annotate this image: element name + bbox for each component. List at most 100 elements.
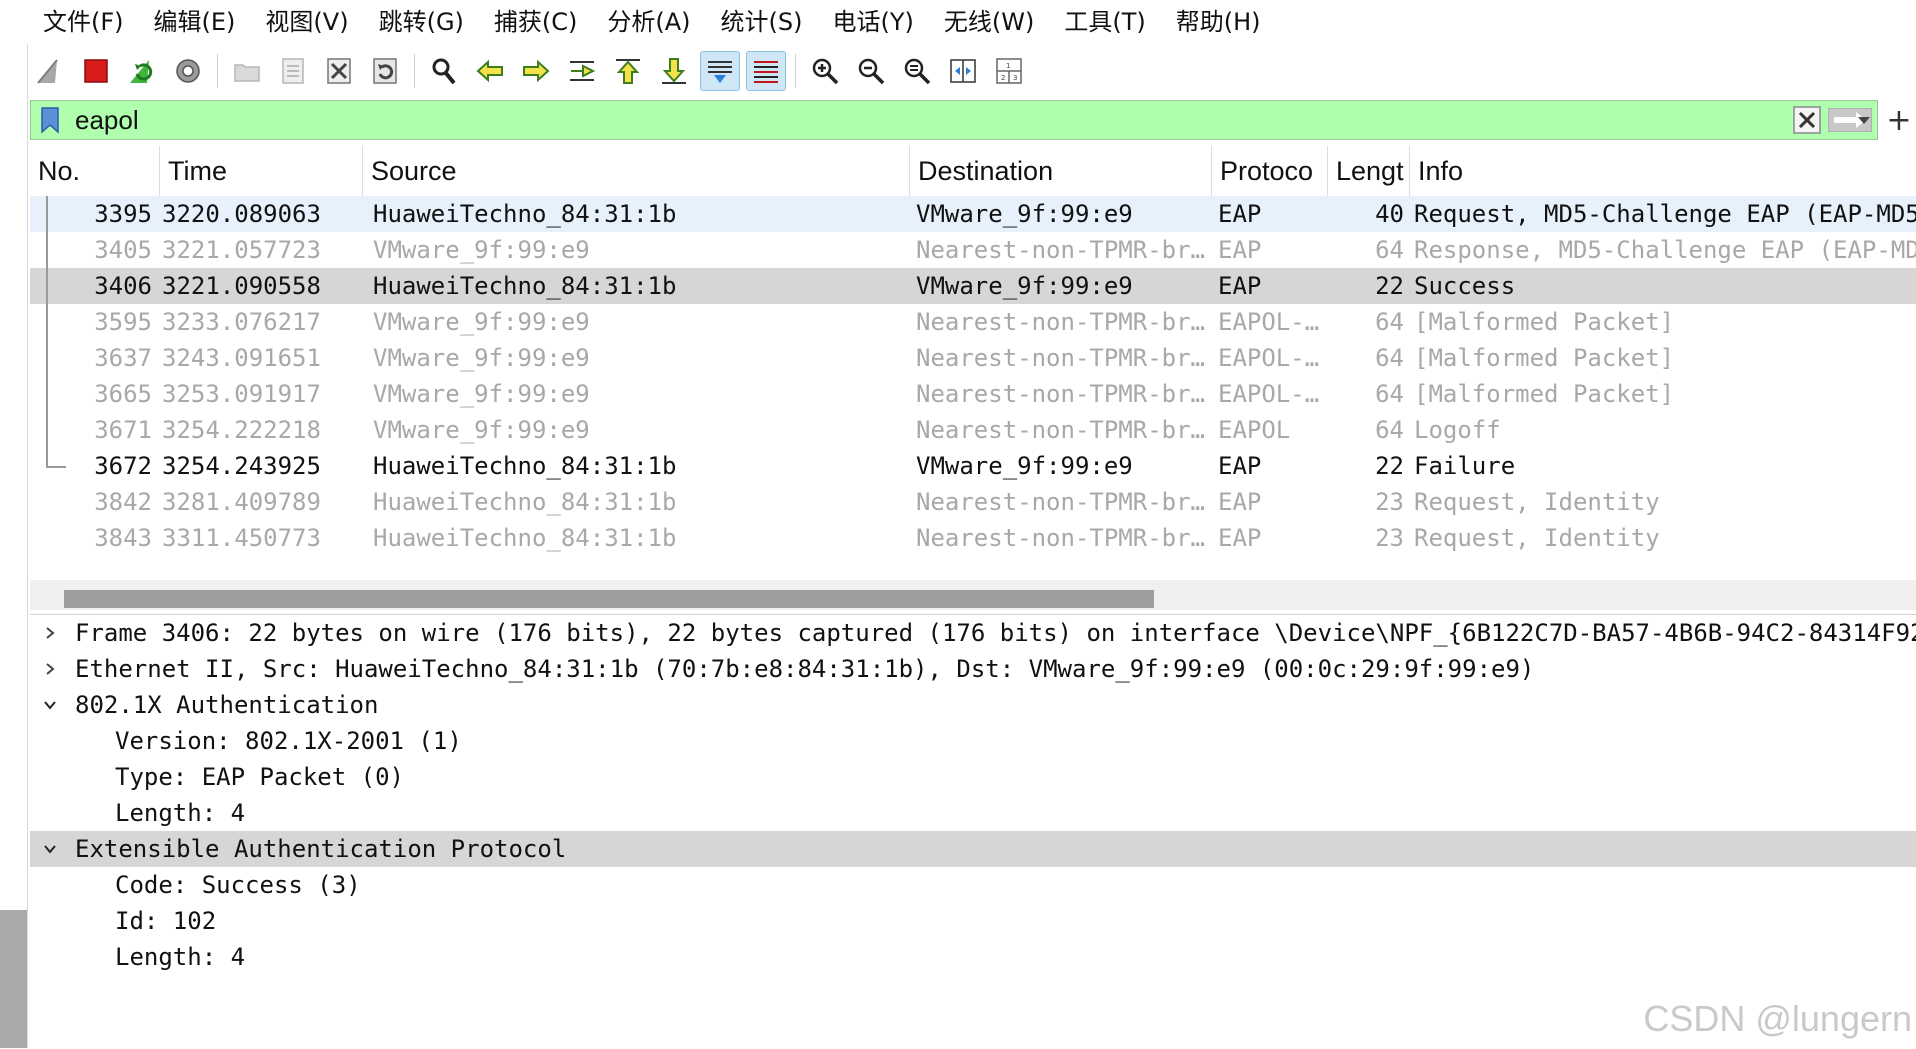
- packet-row[interactable]: 3665 3253.091917 VMware_9f:99:e9 Nearest…: [30, 376, 1916, 412]
- go-back-icon[interactable]: [470, 51, 510, 91]
- packet-no: 3842: [94, 488, 152, 516]
- go-to-packet-icon[interactable]: [562, 51, 602, 91]
- scrollbar-thumb[interactable]: [64, 590, 1154, 608]
- watermark: CSDN @lungern: [1643, 998, 1912, 1039]
- packet-length: 23: [1375, 488, 1404, 516]
- open-file-icon[interactable]: [227, 51, 267, 91]
- zoom-out-icon[interactable]: [851, 51, 891, 91]
- packet-destination: Nearest-non-TPMR-br…: [916, 488, 1205, 516]
- toolbar-separator: [795, 54, 796, 88]
- packet-row[interactable]: 3405 3221.057723 VMware_9f:99:e9 Nearest…: [30, 232, 1916, 268]
- packet-length: 64: [1375, 308, 1404, 336]
- zoom-in-icon[interactable]: [805, 51, 845, 91]
- menu-capture[interactable]: 捕获(C): [478, 0, 591, 44]
- chevron-right-icon[interactable]: [38, 651, 62, 687]
- tree-item-frame[interactable]: Frame 3406: 22 bytes on wire (176 bits),…: [30, 615, 1916, 651]
- packet-time: 3281.409789: [162, 488, 321, 516]
- go-forward-icon[interactable]: [516, 51, 556, 91]
- packet-source: VMware_9f:99:e9: [373, 416, 590, 444]
- column-header-no[interactable]: No.: [30, 146, 160, 196]
- tree-item-field[interactable]: Type: EAP Packet (0): [30, 759, 1916, 795]
- packet-time: 3233.076217: [162, 308, 321, 336]
- menu-view[interactable]: 视图(V): [249, 0, 362, 44]
- packet-row[interactable]: 3842 3281.409789 HuaweiTechno_84:31:1b N…: [30, 484, 1916, 520]
- packet-protocol: EAPOL-…: [1218, 308, 1320, 336]
- svg-text:1: 1: [1006, 62, 1010, 70]
- go-first-icon[interactable]: [608, 51, 648, 91]
- menu-help[interactable]: 帮助(H): [1160, 0, 1275, 44]
- packet-row[interactable]: 3672 3254.243925 HuaweiTechno_84:31:1b V…: [30, 448, 1916, 484]
- menu-tools[interactable]: 工具(T): [1048, 0, 1159, 44]
- column-header-length[interactable]: Lengt: [1328, 146, 1410, 196]
- capture-options-icon[interactable]: [168, 51, 208, 91]
- menu-statistics[interactable]: 统计(S): [705, 0, 817, 44]
- add-filter-button-icon[interactable]: +: [1884, 100, 1914, 140]
- display-filter-bar: [30, 100, 1878, 140]
- column-header-info[interactable]: Info: [1410, 146, 1916, 196]
- packet-destination: Nearest-non-TPMR-br…: [916, 344, 1205, 372]
- tree-item-field[interactable]: Length: 4: [30, 939, 1916, 975]
- packet-source: VMware_9f:99:e9: [373, 308, 590, 336]
- column-header-destination[interactable]: Destination: [910, 146, 1212, 196]
- column-header-protocol[interactable]: Protoco: [1212, 146, 1328, 196]
- close-file-icon[interactable]: [319, 51, 359, 91]
- clear-filter-icon[interactable]: [1791, 105, 1823, 135]
- packet-row[interactable]: 3671 3254.222218 VMware_9f:99:e9 Nearest…: [30, 412, 1916, 448]
- packet-protocol: EAPOL: [1218, 416, 1291, 444]
- shark-fin-start-icon[interactable]: [30, 51, 70, 91]
- filter-history-dropdown-icon[interactable]: [1852, 100, 1876, 140]
- tree-item-field[interactable]: Id: 102: [30, 903, 1916, 939]
- find-packet-icon[interactable]: [424, 51, 464, 91]
- stop-capture-icon[interactable]: [76, 51, 116, 91]
- resize-columns-icon[interactable]: [943, 51, 983, 91]
- packet-no: 3405: [94, 236, 152, 264]
- tree-item-8021x[interactable]: 802.1X Authentication: [30, 687, 1916, 723]
- bookmark-icon[interactable]: [35, 105, 65, 135]
- display-filter-input[interactable]: [75, 103, 1775, 137]
- chevron-down-icon[interactable]: [38, 687, 62, 723]
- packet-protocol: EAP: [1218, 524, 1262, 552]
- menu-analyze[interactable]: 分析(A): [591, 0, 704, 44]
- packet-destination: Nearest-non-TPMR-br…: [916, 236, 1205, 264]
- packet-row[interactable]: 3595 3233.076217 VMware_9f:99:e9 Nearest…: [30, 304, 1916, 340]
- tree-item-field[interactable]: Code: Success (3): [30, 867, 1916, 903]
- packet-row-selected[interactable]: 3406 3221.090558 HuaweiTechno_84:31:1b V…: [30, 268, 1916, 304]
- related-packet-line: [46, 412, 48, 448]
- save-file-icon[interactable]: [273, 51, 313, 91]
- related-packet-line: [46, 196, 48, 232]
- svg-text:3: 3: [1013, 74, 1017, 82]
- chevron-down-icon[interactable]: [38, 831, 62, 867]
- menu-go[interactable]: 跳转(G): [363, 0, 478, 44]
- tree-item-label: Type: EAP Packet (0): [115, 763, 404, 791]
- packet-row[interactable]: 3637 3243.091651 VMware_9f:99:e9 Nearest…: [30, 340, 1916, 376]
- packet-length: 64: [1375, 380, 1404, 408]
- reload-file-icon[interactable]: [365, 51, 405, 91]
- packet-list-horizontal-scrollbar[interactable]: [30, 580, 1916, 610]
- menu-file[interactable]: 文件(F): [27, 0, 138, 44]
- column-header-time[interactable]: Time: [160, 146, 363, 196]
- packet-row[interactable]: 3843 3311.450773 HuaweiTechno_84:31:1b N…: [30, 520, 1916, 556]
- packet-protocol: EAP: [1218, 452, 1262, 480]
- packet-time: 3254.222218: [162, 416, 321, 444]
- tree-item-label: Length: 4: [115, 799, 246, 827]
- packet-length: 22: [1375, 452, 1404, 480]
- toolbar-separator: [217, 54, 218, 88]
- column-header-source[interactable]: Source: [363, 146, 910, 196]
- restart-capture-icon[interactable]: [122, 51, 162, 91]
- tree-item-eap-selected[interactable]: Extensible Authentication Protocol: [30, 831, 1916, 867]
- tree-item-field[interactable]: Version: 802.1X-2001 (1): [30, 723, 1916, 759]
- layout-icon[interactable]: 123: [989, 51, 1029, 91]
- menu-edit[interactable]: 编辑(E): [138, 0, 250, 44]
- auto-scroll-icon[interactable]: [700, 51, 740, 91]
- menu-wireless[interactable]: 无线(W): [928, 0, 1048, 44]
- go-last-icon[interactable]: [654, 51, 694, 91]
- colorize-icon[interactable]: [746, 51, 786, 91]
- tree-item-label: 802.1X Authentication: [75, 691, 379, 719]
- tree-item-label: Code: Success (3): [115, 871, 361, 899]
- chevron-right-icon[interactable]: [38, 615, 62, 651]
- zoom-normal-icon[interactable]: [897, 51, 937, 91]
- tree-item-ethernet[interactable]: Ethernet II, Src: HuaweiTechno_84:31:1b …: [30, 651, 1916, 687]
- tree-item-field[interactable]: Length: 4: [30, 795, 1916, 831]
- menu-telephony[interactable]: 电话(Y): [817, 0, 928, 44]
- packet-row[interactable]: 3395 3220.089063 HuaweiTechno_84:31:1b V…: [30, 196, 1916, 232]
